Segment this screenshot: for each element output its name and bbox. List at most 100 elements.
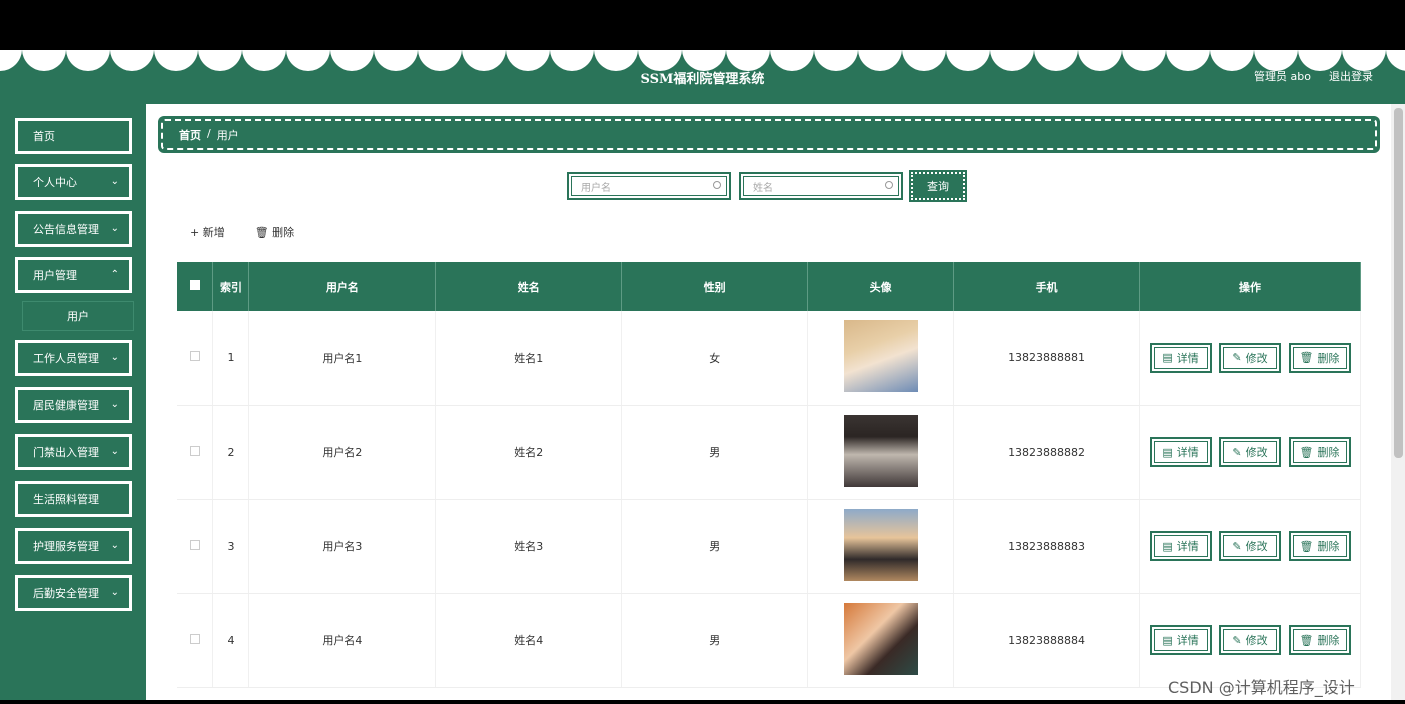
delete-button[interactable]: 🗑 删除 bbox=[1288, 625, 1351, 655]
edit-button[interactable]: ✎ 修改 bbox=[1219, 625, 1282, 655]
sidebar-subitem-users[interactable]: 用户 bbox=[22, 301, 134, 331]
sidebar-item-staff[interactable]: 工作人员管理 ⌄ bbox=[15, 340, 132, 376]
delete-label: 删除 bbox=[1317, 634, 1340, 647]
cell-avatar bbox=[807, 311, 955, 406]
select-all-checkbox-cell[interactable] bbox=[177, 262, 214, 311]
name-search-input[interactable]: 姓名 bbox=[739, 172, 903, 200]
detail-button[interactable]: ▤ 详情 bbox=[1149, 342, 1212, 373]
delete-label: 删除 bbox=[1317, 351, 1340, 365]
cell-phone: 13823888883 bbox=[953, 499, 1141, 594]
delete-label: 删除 bbox=[1317, 540, 1340, 553]
edit-label: 修改 bbox=[1245, 351, 1268, 365]
app-title: SSM福利院管理系统 bbox=[640, 72, 765, 87]
cell-index: 1 bbox=[212, 311, 250, 406]
username-search-input[interactable]: 用户名 bbox=[567, 172, 731, 200]
col-avatar: 头像 bbox=[807, 262, 955, 311]
username-placeholder: 用户名 bbox=[581, 182, 611, 194]
trash-icon: 🗑 bbox=[1299, 445, 1314, 459]
delete-button[interactable]: 🗑 删除 bbox=[1288, 531, 1351, 561]
cell-avatar bbox=[807, 499, 955, 594]
row-checkbox[interactable] bbox=[189, 633, 200, 644]
name-placeholder: 姓名 bbox=[753, 182, 773, 194]
sidebar: 首页 个人中心 ⌄ 公告信息管理 ⌄ 用户管理 ⌃ 用户 工作人员管理 ⌄ 居民健康管理… bbox=[0, 104, 146, 700]
pencil-icon: ✎ bbox=[1232, 633, 1242, 647]
edit-button[interactable]: ✎ 修改 bbox=[1219, 437, 1282, 467]
table-row: 4 用户名4 姓名4 男 13823888884 ▤ 详情 ✎ 修改 🗑 删除 bbox=[177, 593, 1361, 688]
row-checkbox[interactable] bbox=[189, 445, 200, 456]
detail-label: 详情 bbox=[1176, 540, 1199, 553]
col-gender: 性别 bbox=[621, 262, 809, 311]
edit-button[interactable]: ✎ 修改 bbox=[1219, 531, 1282, 561]
sidebar-item-logistics[interactable]: 后勤安全管理 ⌄ bbox=[15, 575, 132, 611]
row-checkbox[interactable] bbox=[189, 539, 200, 550]
sidebar-item-notices[interactable]: 公告信息管理 ⌄ bbox=[15, 211, 132, 247]
user-area: 管理员 abo 退出登录 bbox=[1254, 68, 1373, 84]
row-checkbox-cell[interactable] bbox=[177, 499, 214, 594]
delete-button[interactable]: 🗑 删除 bbox=[1288, 342, 1351, 373]
avatar-image bbox=[843, 508, 918, 581]
sidebar-item-label: 门禁出入管理 bbox=[33, 446, 99, 459]
breadcrumb-separator: / bbox=[207, 127, 211, 140]
sidebar-item-label: 公告信息管理 bbox=[33, 223, 99, 236]
bottom-edge bbox=[0, 700, 1405, 704]
chevron-up-icon: ⌃ bbox=[110, 269, 119, 280]
table-header-row: 索引 用户名 姓名 性别 头像 手机 操作 bbox=[177, 262, 1361, 311]
scrollbar-thumb[interactable] bbox=[1394, 108, 1403, 458]
col-phone: 手机 bbox=[953, 262, 1141, 311]
trash-icon: 🗑 bbox=[1299, 539, 1314, 553]
sidebar-item-label: 护理服务管理 bbox=[33, 540, 99, 553]
detail-button[interactable]: ▤ 详情 bbox=[1149, 625, 1212, 655]
edit-button[interactable]: ✎ 修改 bbox=[1219, 342, 1282, 373]
search-icon bbox=[713, 181, 721, 189]
row-checkbox-cell[interactable] bbox=[177, 593, 214, 688]
sidebar-item-nursing[interactable]: 护理服务管理 ⌄ bbox=[15, 528, 132, 564]
cell-actions: ▤ 详情 ✎ 修改 🗑 删除 bbox=[1139, 311, 1361, 406]
detail-button[interactable]: ▤ 详情 bbox=[1149, 531, 1212, 561]
delete-button[interactable]: 🗑 删除 bbox=[1288, 437, 1351, 467]
cell-username: 用户名2 bbox=[248, 405, 437, 500]
query-button[interactable]: 查询 bbox=[909, 170, 967, 202]
sidebar-item-user-management[interactable]: 用户管理 ⌃ bbox=[15, 257, 132, 293]
table-row: 2 用户名2 姓名2 男 13823888882 ▤ 详情 ✎ 修改 🗑 删除 bbox=[177, 405, 1361, 500]
document-icon: ▤ bbox=[1162, 351, 1173, 365]
row-checkbox-cell[interactable] bbox=[177, 311, 214, 406]
edit-label: 修改 bbox=[1245, 540, 1268, 553]
cell-name: 姓名4 bbox=[435, 593, 623, 688]
app-window: SSM福利院管理系统 管理员 abo 退出登录 首页 个人中心 ⌄ 公告信息管理 ⌄… bbox=[0, 0, 1405, 704]
cell-actions: ▤ 详情 ✎ 修改 🗑 删除 bbox=[1139, 405, 1361, 500]
sidebar-item-access[interactable]: 门禁出入管理 ⌄ bbox=[15, 434, 132, 470]
pencil-icon: ✎ bbox=[1232, 445, 1242, 459]
sidebar-item-life-care[interactable]: 生活照料管理 bbox=[15, 481, 132, 517]
col-index: 索引 bbox=[212, 262, 250, 311]
cell-name: 姓名1 bbox=[435, 311, 623, 406]
cell-gender: 女 bbox=[621, 311, 809, 406]
chevron-down-icon: ⌄ bbox=[110, 176, 119, 187]
page-scrollbar[interactable] bbox=[1391, 104, 1405, 700]
sidebar-item-home[interactable]: 首页 bbox=[15, 118, 132, 154]
chevron-down-icon: ⌄ bbox=[110, 446, 119, 457]
select-all-checkbox[interactable] bbox=[189, 280, 200, 290]
search-icon bbox=[885, 181, 893, 189]
col-username: 用户名 bbox=[248, 262, 437, 311]
sidebar-item-label: 工作人员管理 bbox=[33, 352, 99, 365]
sidebar-item-health[interactable]: 居民健康管理 ⌄ bbox=[15, 387, 132, 423]
row-checkbox[interactable] bbox=[189, 351, 200, 362]
cell-username: 用户名4 bbox=[248, 593, 437, 688]
col-name: 姓名 bbox=[435, 262, 623, 311]
top-header: SSM福利院管理系统 管理员 abo 退出登录 bbox=[0, 50, 1405, 104]
chevron-down-icon: ⌄ bbox=[110, 587, 119, 598]
sidebar-item-label: 个人中心 bbox=[33, 176, 77, 189]
avatar-image bbox=[843, 602, 918, 675]
row-checkbox-cell[interactable] bbox=[177, 405, 214, 500]
logout-link[interactable]: 退出登录 bbox=[1329, 68, 1373, 84]
table-row: 3 用户名3 姓名3 男 13823888883 ▤ 详情 ✎ 修改 🗑 删除 bbox=[177, 499, 1361, 594]
breadcrumb-home[interactable]: 首页 bbox=[179, 127, 201, 143]
delete-selected-button[interactable]: 🗑 删除 bbox=[255, 224, 294, 240]
detail-button[interactable]: ▤ 详情 bbox=[1149, 437, 1212, 467]
add-button[interactable]: + 新增 bbox=[190, 224, 225, 240]
sidebar-item-personal-center[interactable]: 个人中心 ⌄ bbox=[15, 164, 132, 200]
avatar-image bbox=[843, 320, 918, 393]
cell-gender: 男 bbox=[621, 499, 809, 594]
detail-label: 详情 bbox=[1176, 634, 1199, 647]
watermark-text: CSDN @计算机程序_设计 bbox=[1168, 678, 1355, 697]
